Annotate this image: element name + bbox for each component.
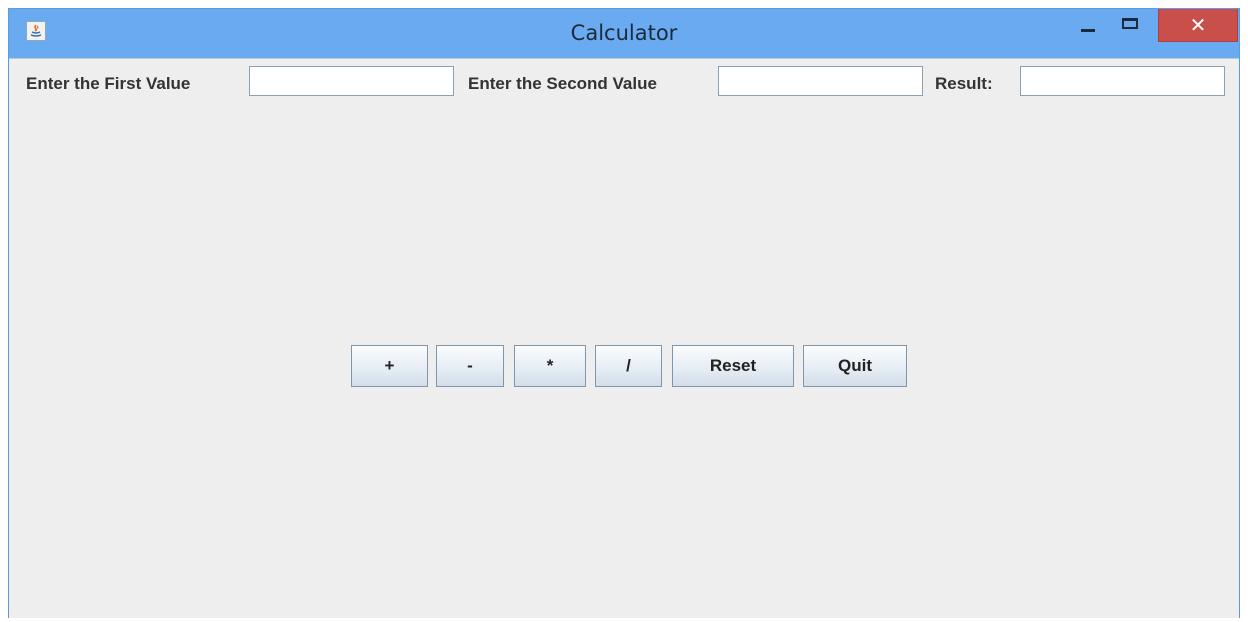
second-value-label: Enter the Second Value [468, 74, 657, 93]
content-panel: Enter the First Value Enter the Second V… [9, 58, 1239, 618]
quit-button[interactable]: Quit [803, 345, 907, 387]
calculator-window: Calculator ✕ Enter the First Value Enter… [8, 8, 1240, 618]
minimize-button[interactable] [1072, 9, 1106, 42]
add-button[interactable]: + [351, 345, 428, 387]
reset-button[interactable]: Reset [672, 345, 794, 387]
window-title: Calculator [570, 21, 678, 45]
title-bar[interactable]: Calculator ✕ [9, 9, 1239, 59]
maximize-button[interactable] [1106, 9, 1156, 42]
first-value-field[interactable] [249, 66, 454, 96]
first-value-label: Enter the First Value [26, 74, 191, 93]
result-field[interactable] [1020, 66, 1225, 96]
second-value-field[interactable] [718, 66, 923, 96]
maximize-icon [1122, 18, 1138, 29]
result-label: Result: [935, 74, 993, 93]
close-icon: ✕ [1189, 13, 1207, 37]
divide-button[interactable]: / [595, 345, 662, 387]
multiply-button[interactable]: * [514, 345, 586, 387]
subtract-button[interactable]: - [436, 345, 504, 387]
close-button[interactable]: ✕ [1158, 9, 1238, 42]
minimize-icon [1081, 29, 1095, 32]
